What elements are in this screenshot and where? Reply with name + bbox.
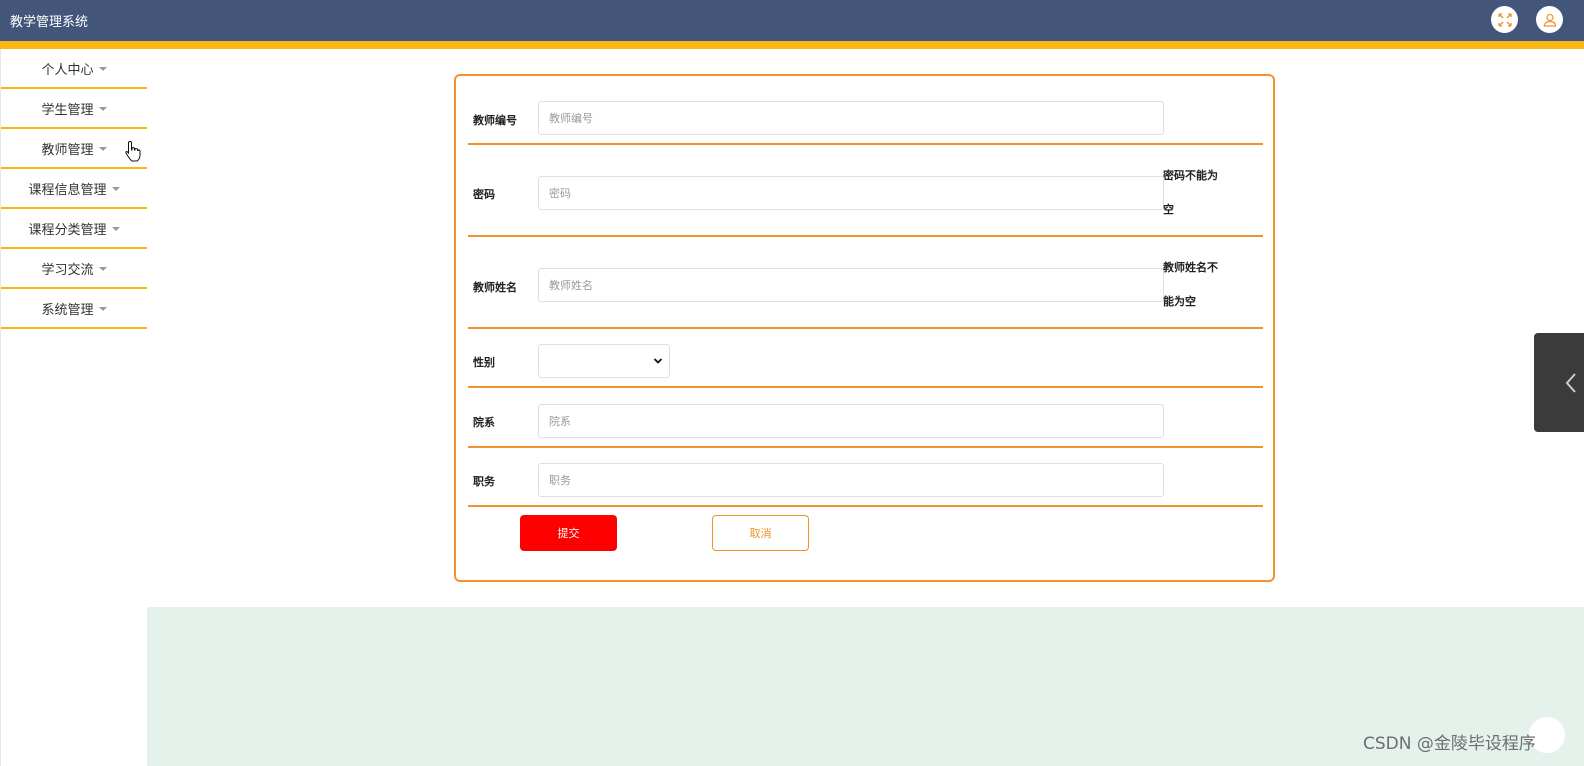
sidebar-item-label: 学生管理 xyxy=(41,102,94,118)
chevron-down-icon xyxy=(653,358,663,364)
sidebar-item-label: 学习交流 xyxy=(41,262,94,278)
password-label: 密码 xyxy=(473,188,495,201)
hand-cursor-icon xyxy=(125,140,141,162)
form-row-password: 密码 密码不能为 空 xyxy=(468,145,1263,237)
side-panel-toggle[interactable] xyxy=(1534,333,1584,432)
teacher-name-label: 教师姓名 xyxy=(473,281,517,294)
form-row-gender: 性别 xyxy=(468,329,1263,388)
sidebar-item-label: 课程分类管理 xyxy=(28,222,107,238)
sidebar-item-personal-center[interactable]: 个人中心 xyxy=(1,49,147,89)
sidebar-item-label: 课程信息管理 xyxy=(28,182,107,198)
password-input[interactable] xyxy=(538,176,1164,210)
department-label: 院系 xyxy=(473,416,495,429)
teacher-name-error-text-continued: 能为空 xyxy=(1163,295,1196,308)
chevron-left-icon xyxy=(1565,372,1576,393)
sidebar-item-label: 教师管理 xyxy=(41,142,94,158)
caret-down-icon xyxy=(98,146,107,151)
department-input[interactable] xyxy=(538,404,1164,438)
form-row-department: 院系 xyxy=(468,388,1263,448)
password-error-text: 密码不能为 xyxy=(1163,169,1218,182)
position-label: 职务 xyxy=(473,475,495,488)
caret-down-icon xyxy=(98,306,107,311)
sidebar-item-label: 系统管理 xyxy=(41,302,94,318)
submit-button[interactable]: 提交 xyxy=(520,515,617,551)
password-error-text-continued: 空 xyxy=(1163,203,1174,216)
teacher-id-input[interactable] xyxy=(538,101,1164,135)
position-input[interactable] xyxy=(538,463,1164,497)
sidebar-item-course-info-management[interactable]: 课程信息管理 xyxy=(1,169,147,209)
teacher-name-input[interactable] xyxy=(538,268,1164,302)
cancel-button[interactable]: 取消 xyxy=(712,515,809,551)
teacher-id-label: 教师编号 xyxy=(473,114,517,127)
caret-down-icon xyxy=(98,106,107,111)
sidebar-item-study-exchange[interactable]: 学习交流 xyxy=(1,249,147,289)
watermark-text: CSDN @金陵毕设程序 xyxy=(1363,734,1536,754)
fullscreen-button[interactable] xyxy=(1491,6,1518,33)
user-icon xyxy=(1543,13,1556,27)
user-button[interactable] xyxy=(1536,6,1563,33)
expand-icon xyxy=(1497,12,1512,27)
gender-select[interactable] xyxy=(538,344,670,378)
form-row-position: 职务 xyxy=(468,448,1263,507)
top-bar: 教学管理系统 xyxy=(0,0,1584,41)
caret-down-icon xyxy=(111,186,120,191)
caret-down-icon xyxy=(111,226,120,231)
sidebar-item-course-category-management[interactable]: 课程分类管理 xyxy=(1,209,147,249)
form-row-teacher-name: 教师姓名 教师姓名不 能为空 xyxy=(468,237,1263,329)
form-row-teacher-id: 教师编号 xyxy=(468,76,1263,145)
gender-label: 性别 xyxy=(473,356,495,369)
sidebar-item-system-management[interactable]: 系统管理 xyxy=(1,289,147,329)
teacher-name-error-text: 教师姓名不 xyxy=(1163,261,1218,274)
sidebar-item-label: 个人中心 xyxy=(41,62,94,78)
teacher-form: 教师编号 密码 密码不能为 空 教师姓名 教师姓名不 能为空 性别 院系 职务 … xyxy=(454,74,1275,582)
header-accent-stripe xyxy=(0,41,1584,49)
sidebar-item-student-management[interactable]: 学生管理 xyxy=(1,89,147,129)
app-title: 教学管理系统 xyxy=(10,15,89,30)
caret-down-icon xyxy=(98,66,107,71)
caret-down-icon xyxy=(98,266,107,271)
